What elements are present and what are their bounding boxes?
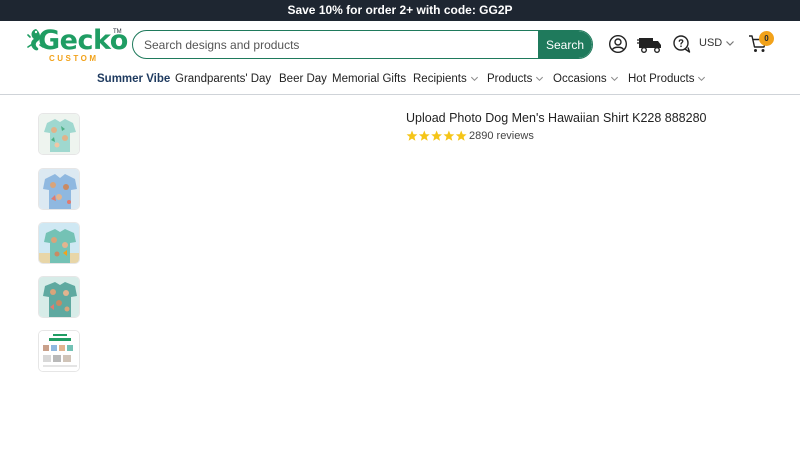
chevron-down-icon [698, 77, 706, 82]
shipping-truck-icon[interactable] [637, 34, 663, 54]
logo-trademark: TM [113, 29, 122, 35]
account-icon[interactable] [608, 34, 628, 54]
currency-selector[interactable]: USD [699, 37, 722, 49]
nav-item-memorial-gifts[interactable]: Memorial Gifts [332, 73, 406, 85]
search-button[interactable]: Search [538, 31, 592, 58]
rating-stars [406, 130, 467, 141]
logo-subtitle: CUSTOM [49, 54, 99, 63]
nav-item-products[interactable]: Products [487, 73, 544, 85]
chevron-down-icon [536, 77, 544, 82]
product-thumbnail[interactable] [38, 330, 80, 372]
nav-item-grandparents-day[interactable]: Grandparents' Day [175, 73, 271, 85]
product-title: Upload Photo Dog Men's Hawaiian Shirt K2… [406, 111, 707, 125]
nav-item-beer-day[interactable]: Beer Day [279, 73, 327, 85]
nav-item-hot-products[interactable]: Hot Products [628, 73, 706, 85]
site-logo[interactable]: Gecko TM CUSTOM [27, 25, 128, 65]
chevron-down-icon [470, 77, 478, 82]
star-icon [443, 130, 455, 141]
site-header: Gecko TM CUSTOM Search USD 0 [0, 21, 800, 69]
product-thumbnail[interactable] [38, 276, 80, 318]
nav-item-summer-vibe[interactable]: Summer Vibe [97, 73, 170, 85]
nav-item-occasions[interactable]: Occasions [553, 73, 619, 85]
chevron-down-icon [610, 77, 618, 82]
reviews-count-link[interactable]: 2890 reviews [469, 130, 534, 142]
nav-item-label: Grandparents' Day [175, 73, 272, 85]
nav-item-label: Summer Vibe [97, 73, 171, 85]
nav-item-label: Hot Products [628, 73, 695, 85]
promo-banner: Save 10% for order 2+ with code: GG2P [0, 0, 800, 21]
star-icon [455, 130, 467, 141]
product-thumbnail[interactable] [38, 222, 80, 264]
product-thumbnail[interactable] [38, 113, 80, 155]
shirt-thumbnail-image [39, 169, 79, 209]
size-chart-thumbnail-image [39, 331, 79, 371]
chevron-down-icon[interactable] [725, 38, 735, 48]
product-thumbnail[interactable] [38, 168, 80, 210]
header-divider [0, 94, 800, 95]
search-input[interactable] [133, 31, 539, 58]
star-icon [431, 130, 442, 141]
search-bar: Search [132, 30, 593, 59]
nav-item-label: Beer Day [279, 73, 327, 85]
cart-count-badge: 0 [759, 31, 774, 46]
shirt-thumbnail-image [39, 114, 79, 154]
nav-item-label: Memorial Gifts [332, 73, 407, 85]
shirt-thumbnail-image [39, 277, 79, 317]
star-icon [406, 130, 418, 141]
support-chat-icon[interactable] [672, 34, 692, 54]
star-icon [418, 130, 430, 141]
nav-item-recipients[interactable]: Recipients [413, 73, 479, 85]
nav-item-label: Occasions [553, 73, 607, 85]
nav-item-label: Recipients [413, 73, 467, 85]
nav-item-label: Products [487, 73, 533, 85]
shirt-thumbnail-image [39, 223, 79, 263]
main-navigation: Summer Vibe Grandparents' Day Beer Day M… [0, 69, 800, 94]
